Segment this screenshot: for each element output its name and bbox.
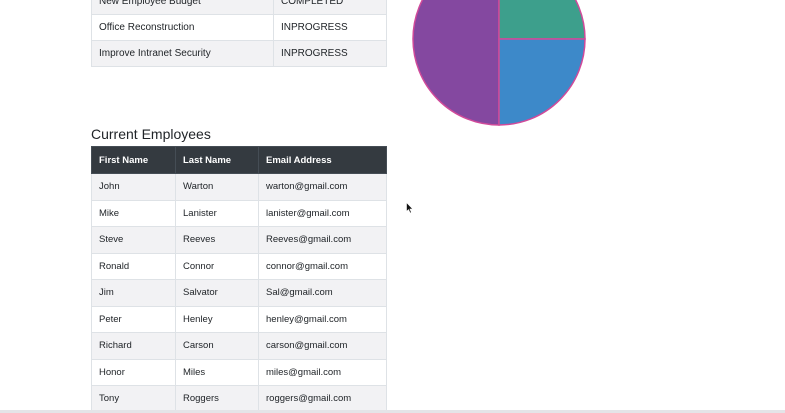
- column-header-last-name[interactable]: Last Name: [175, 146, 259, 174]
- email-cell: warton@gmail.com: [258, 173, 387, 201]
- table-row: New Employee Budget COMPLETED: [91, 0, 387, 15]
- pie-slice[interactable]: [498, 0, 586, 40]
- last-name-cell: Salvator: [175, 279, 259, 307]
- first-name-cell: Honor: [91, 358, 176, 386]
- email-cell: Reeves@gmail.com: [258, 226, 387, 254]
- email-cell: roggers@gmail.com: [258, 385, 387, 413]
- last-name-cell: Connor: [175, 252, 259, 280]
- employees-table: First Name Last Name Email Address John …: [91, 146, 387, 413]
- table-header-row: First Name Last Name Email Address: [91, 146, 387, 174]
- last-name-cell: Lanister: [175, 199, 259, 227]
- email-cell: lanister@gmail.com: [258, 199, 387, 227]
- last-name-cell: Roggers: [175, 385, 259, 413]
- table-row: Ronald Connor connor@gmail.com: [91, 252, 387, 280]
- last-name-cell: Carson: [175, 332, 259, 360]
- email-cell: connor@gmail.com: [258, 252, 387, 280]
- table-row: Improve Intranet Security INPROGRESS: [91, 40, 387, 67]
- table-row: Steve Reeves Reeves@gmail.com: [91, 226, 387, 254]
- projects-table: New Employee Budget COMPLETED Office Rec…: [91, 0, 387, 67]
- mouse-cursor-icon: [406, 202, 414, 214]
- table-row: Honor Miles miles@gmail.com: [91, 358, 387, 386]
- section-title-current-employees: Current Employees: [91, 126, 211, 142]
- pie-chart-svg: [412, 0, 586, 126]
- table-row: John Warton warton@gmail.com: [91, 173, 387, 201]
- project-name: Improve Intranet Security: [91, 40, 274, 67]
- pie-slice[interactable]: [498, 38, 586, 126]
- column-header-first-name[interactable]: First Name: [91, 146, 176, 174]
- project-status: COMPLETED: [273, 0, 387, 15]
- first-name-cell: Richard: [91, 332, 176, 360]
- email-cell: Sal@gmail.com: [258, 279, 387, 307]
- first-name-cell: Jim: [91, 279, 176, 307]
- email-cell: miles@gmail.com: [258, 358, 387, 386]
- table-row: Richard Carson carson@gmail.com: [91, 332, 387, 360]
- table-row: Peter Henley henley@gmail.com: [91, 305, 387, 333]
- last-name-cell: Reeves: [175, 226, 259, 254]
- last-name-cell: Warton: [175, 173, 259, 201]
- pie-chart: [405, 0, 593, 133]
- project-status: INPROGRESS: [273, 14, 387, 41]
- column-header-email[interactable]: Email Address: [258, 146, 387, 174]
- first-name-cell: Peter: [91, 305, 176, 333]
- first-name-cell: John: [91, 173, 176, 201]
- first-name-cell: Mike: [91, 199, 176, 227]
- table-row: Mike Lanister lanister@gmail.com: [91, 199, 387, 227]
- first-name-cell: Tony: [91, 385, 176, 413]
- project-name: New Employee Budget: [91, 0, 274, 15]
- pie-slice[interactable]: [412, 0, 500, 126]
- email-cell: carson@gmail.com: [258, 332, 387, 360]
- table-row: Office Reconstruction INPROGRESS: [91, 14, 387, 41]
- first-name-cell: Steve: [91, 226, 176, 254]
- last-name-cell: Miles: [175, 358, 259, 386]
- table-row: Jim Salvator Sal@gmail.com: [91, 279, 387, 307]
- last-name-cell: Henley: [175, 305, 259, 333]
- project-name: Office Reconstruction: [91, 14, 274, 41]
- project-status: INPROGRESS: [273, 40, 387, 67]
- email-cell: henley@gmail.com: [258, 305, 387, 333]
- first-name-cell: Ronald: [91, 252, 176, 280]
- table-row: Tony Roggers roggers@gmail.com: [91, 385, 387, 413]
